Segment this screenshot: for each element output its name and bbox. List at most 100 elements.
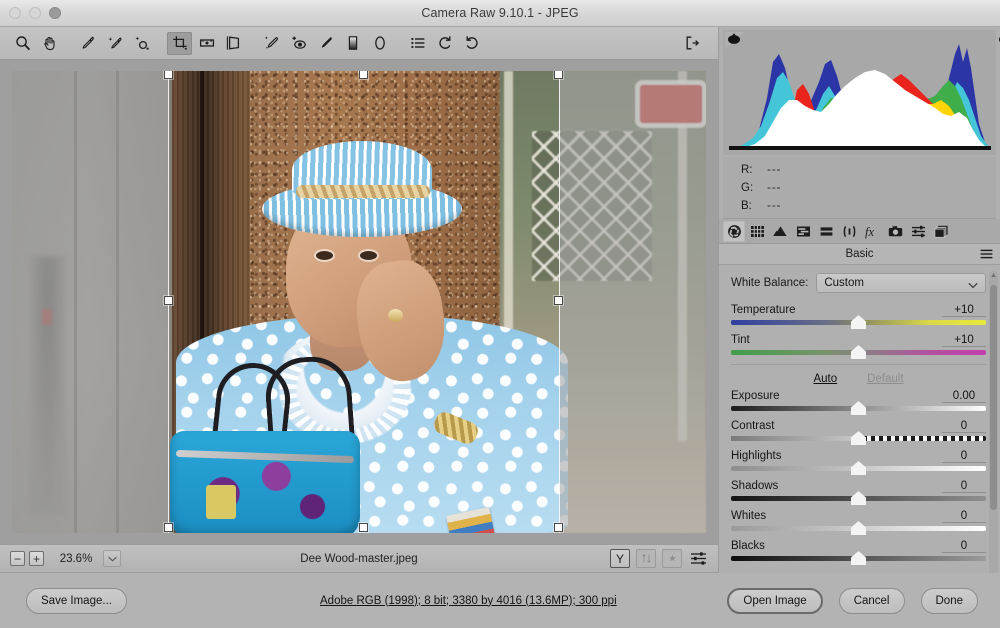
done-button[interactable]: Done [920,587,978,614]
crop-handle-bottom-left[interactable] [164,523,173,532]
zoom-level-value[interactable]: 23.6% [56,553,96,565]
rotate-cw-tool[interactable] [459,32,484,55]
tab-tone-curve[interactable] [746,221,768,242]
slider-track-tint[interactable] [731,345,986,359]
crop-handle-top-right[interactable] [554,71,563,79]
slider-thumb-temperature[interactable] [851,315,866,329]
rotate-ccw-tool[interactable] [432,32,457,55]
zoom-tool[interactable] [10,32,35,55]
color-sampler-tool[interactable] [102,32,127,55]
slider-value-blacks[interactable]: 0 [942,540,986,553]
slider-track-temperature[interactable] [731,315,986,329]
slider-value-exposure[interactable]: 0.00 [942,390,986,403]
slider-track-highlights[interactable] [731,461,986,475]
image-canvas[interactable] [0,60,718,544]
slider-tint[interactable]: Tint +10 [731,334,986,359]
spot-removal-tool[interactable] [259,32,284,55]
sync-settings-button[interactable] [636,549,656,568]
slider-whites[interactable]: Whites 0 [731,510,986,535]
slider-thumb-blacks[interactable] [851,551,866,565]
camera-icon [888,225,902,236]
adjustment-brush-tool[interactable] [313,32,338,55]
tab-effects[interactable]: fx [861,221,883,242]
presets-sliders-icon [911,225,925,237]
cancel-button[interactable]: Cancel [838,587,905,614]
tab-presets[interactable] [907,221,929,242]
crop-handle-top-left[interactable] [164,71,173,79]
filmstrip-options-button[interactable] [688,549,708,568]
tab-detail[interactable] [769,221,791,242]
rgb-label-r: R: [741,163,753,176]
white-balance-tool[interactable] [75,32,100,55]
workflow-options-link[interactable]: Adobe RGB (1998); 8 bit; 3380 by 4016 (1… [320,595,617,607]
zoom-out-button[interactable]: − [10,551,25,566]
slider-value-tint[interactable]: +10 [942,334,986,347]
preview-toggle-button[interactable]: Y [610,549,630,568]
crop-tool[interactable] [167,31,192,55]
save-image-button[interactable]: Save Image... [26,587,127,614]
slider-temperature[interactable]: Temperature +10 [731,304,986,329]
toggle-fullscreen-icon[interactable] [679,32,704,55]
rgb-readout: R: --- G: --- B: --- [723,157,996,219]
slider-value-temperature[interactable]: +10 [942,304,986,317]
slider-highlights[interactable]: Highlights 0 [731,450,986,475]
slider-track-contrast[interactable] [731,431,986,445]
open-image-button[interactable]: Open Image [727,587,823,614]
crop-handle-middle-left[interactable] [164,296,173,305]
close-window-button[interactable] [9,7,21,19]
slider-thumb-shadows[interactable] [851,491,866,505]
targeted-adjustment-tool[interactable] [129,32,154,55]
slider-value-shadows[interactable]: 0 [942,480,986,493]
minimize-window-button[interactable] [29,7,41,19]
slider-value-contrast[interactable]: 0 [942,420,986,433]
slider-thumb-exposure[interactable] [851,401,866,415]
slider-exposure[interactable]: Exposure 0.00 [731,390,986,415]
slider-track-blacks[interactable] [731,551,986,565]
panel-scrollbar[interactable]: ▲ ▼ [989,271,998,581]
maximize-window-button[interactable] [49,7,61,19]
tab-basic[interactable] [723,220,745,242]
slider-track-shadows[interactable] [731,491,986,505]
scroll-up-icon[interactable]: ▲ [990,272,997,279]
default-button[interactable]: Default [867,373,903,385]
graduated-filter-tool[interactable] [340,32,365,55]
slider-thumb-whites[interactable] [851,521,866,535]
crop-handle-middle-right[interactable] [554,296,563,305]
tab-camera-calibration[interactable] [884,221,906,242]
slider-thumb-contrast[interactable] [851,431,866,445]
tab-lens-corrections[interactable] [838,221,860,242]
preferences-tool[interactable] [405,32,430,55]
photo-preview[interactable] [12,71,706,533]
panel-menu-button[interactable] [980,249,993,262]
tab-snapshots[interactable] [930,221,952,242]
zoom-level-dropdown[interactable] [103,550,121,567]
panel-scrollbar-thumb[interactable] [990,285,997,510]
slider-label-temperature: Temperature [731,304,796,316]
crop-handle-bottom-right[interactable] [554,523,563,532]
crop-handle-top-center[interactable] [359,71,368,79]
crop-handle-bottom-center[interactable] [359,523,368,532]
slider-track-exposure[interactable] [731,401,986,415]
slider-thumb-highlights[interactable] [851,461,866,475]
transform-tool[interactable] [221,32,246,55]
star-rating-button[interactable] [662,549,682,568]
zoom-in-button[interactable]: + [29,551,44,566]
straighten-tool[interactable] [194,32,219,55]
slider-thumb-tint[interactable] [851,345,866,359]
slider-blacks[interactable]: Blacks 0 [731,540,986,565]
slider-contrast[interactable]: Contrast 0 [731,420,986,445]
hand-tool[interactable] [37,32,62,55]
slider-shadows[interactable]: Shadows 0 [731,480,986,505]
slider-value-highlights[interactable]: 0 [942,450,986,463]
auto-button[interactable]: Auto [813,373,837,385]
tab-hsl-grayscale[interactable] [792,221,814,242]
slider-value-whites[interactable]: 0 [942,510,986,523]
radial-filter-tool[interactable] [367,32,392,55]
chevron-down-icon [107,556,117,562]
red-eye-removal-tool[interactable] [286,32,311,55]
crop-selection[interactable] [164,71,563,533]
tab-split-toning[interactable] [815,221,837,242]
white-balance-select[interactable]: Custom [816,273,986,293]
slider-track-whites[interactable] [731,521,986,535]
histogram-panel[interactable] [723,30,1000,155]
